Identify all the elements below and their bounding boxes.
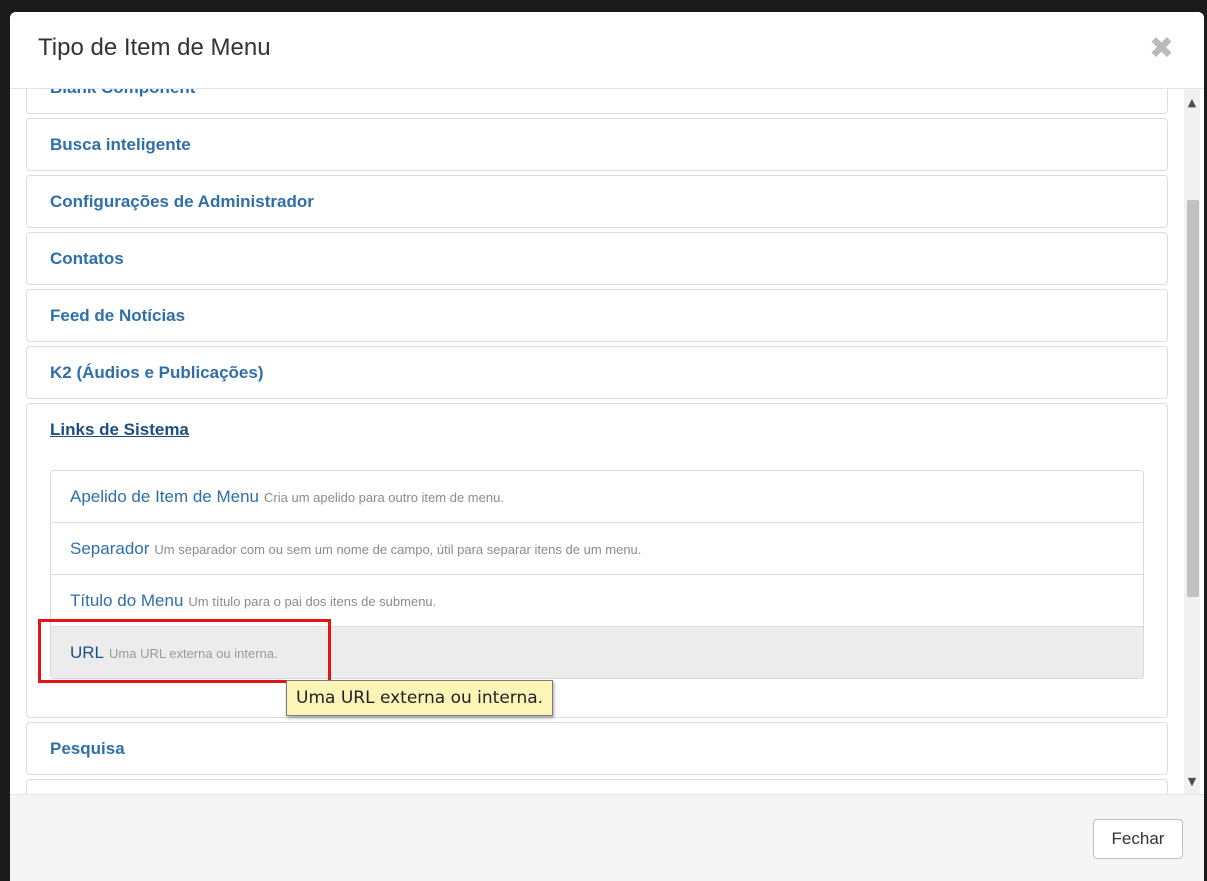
close-icon[interactable]: ✖	[1149, 34, 1174, 64]
accordion-heading-feed-noticias[interactable]: Feed de Notícias	[27, 290, 1167, 341]
accordion-heading-contatos[interactable]: Contatos	[27, 233, 1167, 284]
modal-scrollbar[interactable]: ▲ ▼	[1184, 89, 1200, 794]
close-button[interactable]: Fechar	[1093, 819, 1183, 859]
accordion-group: Configurações de Administrador	[26, 175, 1168, 228]
accordion-group	[26, 779, 1168, 794]
modal-footer: Fechar	[10, 794, 1204, 881]
accordion-heading-configuracoes[interactable]: Configurações de Administrador	[27, 176, 1167, 227]
scrollbar-thumb[interactable]	[1187, 200, 1199, 597]
item-title[interactable]: Título do Menu	[70, 591, 183, 610]
modal-title: Tipo de Item de Menu	[38, 34, 271, 61]
list-item-apelido[interactable]: Apelido de Item de Menu Cria um apelido p…	[51, 471, 1143, 523]
accordion-group: Contatos	[26, 232, 1168, 285]
menu-type-accordion: Blank Component Busca inteligente Config…	[26, 89, 1168, 794]
item-title[interactable]: Apelido de Item de Menu	[70, 487, 259, 506]
accordion-heading-k2[interactable]: K2 (Áudios e Publicações)	[27, 347, 1167, 398]
item-description: Um título para o pai dos itens de submen…	[188, 594, 437, 609]
accordion-group: K2 (Áudios e Publicações)	[26, 346, 1168, 399]
accordion-group: Pesquisa	[26, 722, 1168, 775]
item-title[interactable]: Separador	[70, 539, 149, 558]
accordion-heading-blank-component[interactable]: Blank Component	[27, 89, 1167, 113]
modal-header: Tipo de Item de Menu ✖	[10, 12, 1204, 89]
menu-item-type-modal: Tipo de Item de Menu ✖ Blank Component B…	[10, 12, 1204, 881]
item-description: Um separador com ou sem um nome de campo…	[154, 542, 642, 557]
list-item-separador[interactable]: Separador Um separador com ou sem um nome…	[51, 523, 1143, 575]
accordion-group: Blank Component	[26, 89, 1168, 114]
tooltip: Uma URL externa ou interna.	[286, 680, 554, 716]
modal-body: Blank Component Busca inteligente Config…	[10, 89, 1204, 794]
highlight-annotation-box	[38, 619, 331, 683]
item-description: Cria um apelido para outro item de menu.	[264, 490, 504, 505]
accordion-heading-links-de-sistema[interactable]: Links de Sistema	[27, 404, 1167, 455]
accordion-group: Feed de Notícias	[26, 289, 1168, 342]
scroll-up-arrow-icon[interactable]: ▲	[1184, 95, 1200, 111]
accordion-heading-busca-inteligente[interactable]: Busca inteligente	[27, 119, 1167, 170]
accordion-heading-next[interactable]	[27, 780, 1167, 794]
accordion-heading-pesquisa[interactable]: Pesquisa	[27, 723, 1167, 774]
scroll-down-arrow-icon[interactable]: ▼	[1184, 774, 1200, 790]
accordion-group: Busca inteligente	[26, 118, 1168, 171]
